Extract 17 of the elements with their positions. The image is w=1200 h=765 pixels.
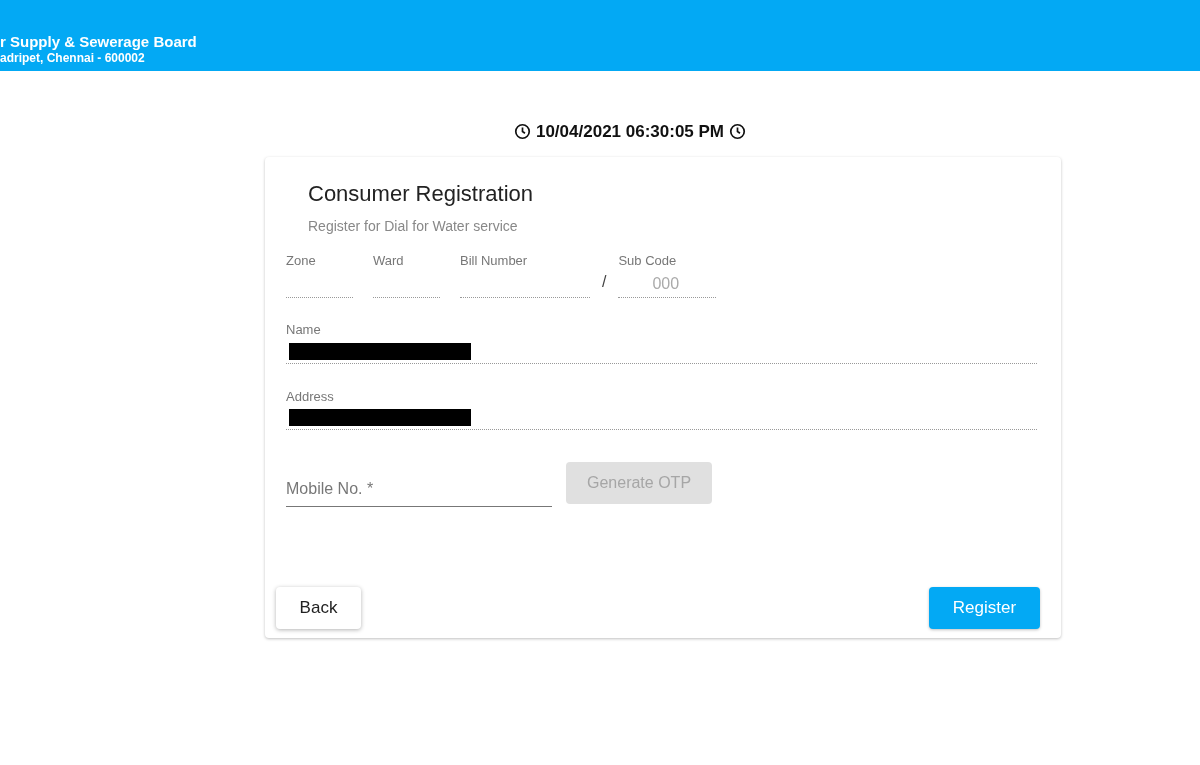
clock-icon [729,123,747,141]
slash-separator: / [602,272,607,292]
back-button[interactable]: Back [276,586,361,629]
mobile-input[interactable]: Mobile No. * [286,471,552,507]
field-label: Name [286,321,321,339]
date-time: 10/04/2021 06:30:05 PM [535,121,725,143]
field-label: Ward [373,251,404,270]
header-title: r Supply & Sewerage Board [0,32,197,51]
field-label: Zone [286,251,316,270]
field-label: Bill Number [460,251,528,270]
field-label: Sub Code [618,251,677,270]
clock-icon [513,123,531,141]
register-button[interactable]: Register [929,586,1040,629]
card-subtitle: Register for Dial for Water service [308,216,518,236]
field-label: Address [286,387,334,406]
card-title: Consumer Registration [308,179,533,208]
header-subtitle: adripet, Chennai - 600002 [0,51,145,66]
